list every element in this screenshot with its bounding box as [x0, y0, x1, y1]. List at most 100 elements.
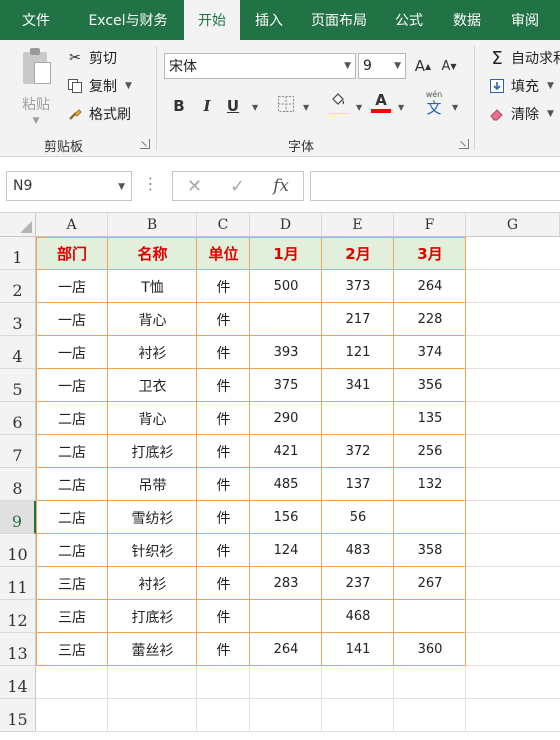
column-header-b[interactable]: B [108, 213, 197, 237]
header-cell[interactable]: 3月 [394, 237, 466, 270]
select-all-button[interactable] [0, 213, 36, 237]
tab-insert[interactable]: 插入 [240, 0, 298, 40]
row-header-8[interactable]: 8 [0, 468, 36, 501]
table-cell[interactable]: 针织衫 [108, 534, 197, 567]
table-cell[interactable]: 件 [197, 534, 250, 567]
table-cell[interactable]: 421 [250, 435, 322, 468]
clipboard-launcher-icon[interactable] [140, 139, 150, 149]
table-cell[interactable]: 三店 [36, 633, 108, 666]
table-cell[interactable]: 356 [394, 369, 466, 402]
table-cell[interactable]: 一店 [36, 303, 108, 336]
chevron-down-icon[interactable]: ▼ [452, 103, 458, 112]
table-cell[interactable] [394, 600, 466, 633]
row-header-13[interactable]: 13 [0, 633, 36, 666]
underline-button[interactable]: U [222, 95, 244, 117]
row-header-6[interactable]: 6 [0, 402, 36, 435]
chevron-down-icon[interactable]: ▼ [125, 81, 132, 91]
table-cell[interactable]: 124 [250, 534, 322, 567]
tab-file[interactable]: 文件 [0, 0, 72, 40]
table-cell[interactable]: 件 [197, 303, 250, 336]
table-cell[interactable]: 二店 [36, 501, 108, 534]
chevron-down-icon[interactable]: ▼ [252, 103, 258, 112]
formula-bar-grip-icon[interactable]: ⋮ [140, 174, 160, 193]
header-cell[interactable]: 1月 [250, 237, 322, 270]
table-cell[interactable]: 283 [250, 567, 322, 600]
table-cell[interactable]: 件 [197, 567, 250, 600]
table-cell[interactable]: 三店 [36, 567, 108, 600]
font-name-select[interactable]: 宋体 ▼ [164, 53, 356, 79]
table-cell[interactable]: 500 [250, 270, 322, 303]
fill-button[interactable]: 填充 ▼ [488, 76, 554, 96]
table-cell[interactable]: 372 [322, 435, 394, 468]
tab-review[interactable]: 审阅 [496, 0, 554, 40]
italic-button[interactable]: I [196, 95, 218, 117]
row-header-1[interactable]: 1 [0, 237, 36, 270]
table-cell[interactable]: 蕾丝衫 [108, 633, 197, 666]
table-cell[interactable]: 二店 [36, 402, 108, 435]
row-header-7[interactable]: 7 [0, 435, 36, 468]
table-cell[interactable]: 135 [394, 402, 466, 435]
name-box[interactable]: N9 ▼ [6, 171, 132, 201]
table-cell[interactable]: 156 [250, 501, 322, 534]
font-size-select[interactable]: 9 ▼ [358, 53, 406, 79]
column-header-f[interactable]: F [394, 213, 466, 237]
table-cell[interactable]: 背心 [108, 303, 197, 336]
table-cell[interactable]: 一店 [36, 369, 108, 402]
table-cell[interactable]: 一店 [36, 336, 108, 369]
row-header-11[interactable]: 11 [0, 567, 36, 600]
table-cell[interactable]: 483 [322, 534, 394, 567]
table-cell[interactable]: 吊带 [108, 468, 197, 501]
cancel-icon[interactable]: ✕ [187, 176, 202, 197]
table-cell[interactable]: 衬衫 [108, 336, 197, 369]
table-cell[interactable]: 360 [394, 633, 466, 666]
column-header-e[interactable]: E [322, 213, 394, 237]
table-cell[interactable] [250, 303, 322, 336]
clear-button[interactable]: 清除 ▼ [488, 104, 554, 124]
header-cell[interactable]: 单位 [197, 237, 250, 270]
table-cell[interactable] [394, 501, 466, 534]
table-cell[interactable]: T恤 [108, 270, 197, 303]
table-cell[interactable]: 一店 [36, 270, 108, 303]
tab-page-layout[interactable]: 页面布局 [298, 0, 380, 40]
table-cell[interactable]: 件 [197, 336, 250, 369]
table-cell[interactable] [322, 402, 394, 435]
table-cell[interactable]: 264 [394, 270, 466, 303]
chevron-down-icon[interactable]: ▼ [356, 103, 362, 112]
paste-button[interactable]: 粘贴 ▼ [14, 48, 58, 130]
table-cell[interactable]: 二店 [36, 435, 108, 468]
tab-formulas[interactable]: 公式 [380, 0, 438, 40]
chevron-down-icon[interactable]: ▼ [547, 81, 554, 91]
column-header-c[interactable]: C [197, 213, 250, 237]
increase-font-size-button[interactable]: A ▲ [412, 55, 434, 77]
table-cell[interactable]: 358 [394, 534, 466, 567]
table-cell[interactable]: 373 [322, 270, 394, 303]
tab-data[interactable]: 数据 [438, 0, 496, 40]
table-cell[interactable]: 375 [250, 369, 322, 402]
table-cell[interactable]: 二店 [36, 534, 108, 567]
table-cell[interactable]: 打底衫 [108, 435, 197, 468]
table-cell[interactable]: 56 [322, 501, 394, 534]
table-cell[interactable]: 485 [250, 468, 322, 501]
table-cell[interactable]: 件 [197, 270, 250, 303]
header-cell[interactable]: 2月 [322, 237, 394, 270]
table-cell[interactable]: 264 [250, 633, 322, 666]
table-cell[interactable]: 打底衫 [108, 600, 197, 633]
table-cell[interactable]: 件 [197, 501, 250, 534]
bold-button[interactable]: B [168, 95, 190, 117]
row-header-9[interactable]: 9 [0, 501, 36, 534]
row-header-3[interactable]: 3 [0, 303, 36, 336]
table-cell[interactable]: 件 [197, 369, 250, 402]
table-cell[interactable]: 件 [197, 402, 250, 435]
chevron-down-icon[interactable]: ▼ [398, 103, 404, 112]
table-cell[interactable]: 228 [394, 303, 466, 336]
table-cell[interactable]: 二店 [36, 468, 108, 501]
font-launcher-icon[interactable] [459, 139, 469, 149]
table-cell[interactable]: 件 [197, 600, 250, 633]
header-cell[interactable]: 部门 [36, 237, 108, 270]
table-cell[interactable]: 121 [322, 336, 394, 369]
table-cell[interactable]: 三店 [36, 600, 108, 633]
row-header-2[interactable]: 2 [0, 270, 36, 303]
table-cell[interactable]: 267 [394, 567, 466, 600]
row-header-5[interactable]: 5 [0, 369, 36, 402]
tab-home[interactable]: 开始 [184, 0, 240, 40]
